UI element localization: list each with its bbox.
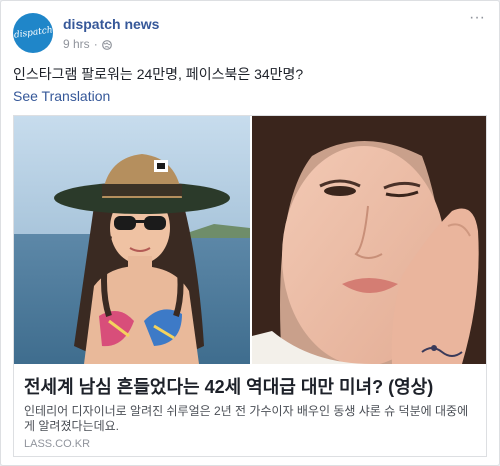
post-meta: 9 hrs · [63,37,112,51]
feed-post: dispatch dispatch news 9 hrs · ··· 인스타그램… [0,0,500,466]
link-preview-card[interactable]: 전세계 남심 흔들었다는 42세 역대급 대만 미녀? (영상) 인테리어 디자… [13,115,487,457]
avatar[interactable]: dispatch [13,13,53,53]
avatar-logo-text: dispatch [13,24,53,41]
more-options-button[interactable]: ··· [467,10,487,29]
right-preview-image[interactable] [252,116,486,364]
page-name-link[interactable]: dispatch news [63,16,159,32]
link-card-body[interactable]: 전세계 남심 흔들었다는 42세 역대급 대만 미녀? (영상) 인테리어 디자… [14,364,486,456]
left-preview-image[interactable] [14,116,250,364]
link-card-domain: LASS.CO.KR [24,438,91,450]
globe-icon[interactable] [101,39,112,50]
link-card-title[interactable]: 전세계 남심 흔들었다는 42세 역대급 대만 미녀? (영상) [24,373,433,399]
see-translation-link[interactable]: See Translation [13,88,110,104]
meta-separator: · [93,37,98,51]
post-text: 인스타그램 팔로워는 24만명, 페이스북은 34만명? [13,66,304,82]
post-header: dispatch dispatch news 9 hrs · ··· [13,10,487,55]
post-timestamp[interactable]: 9 hrs [63,37,90,51]
link-card-description: 인테리어 디자이너로 알려진 쉬루얼은 2년 전 가수이자 배우인 동생 샤론 … [24,404,469,433]
